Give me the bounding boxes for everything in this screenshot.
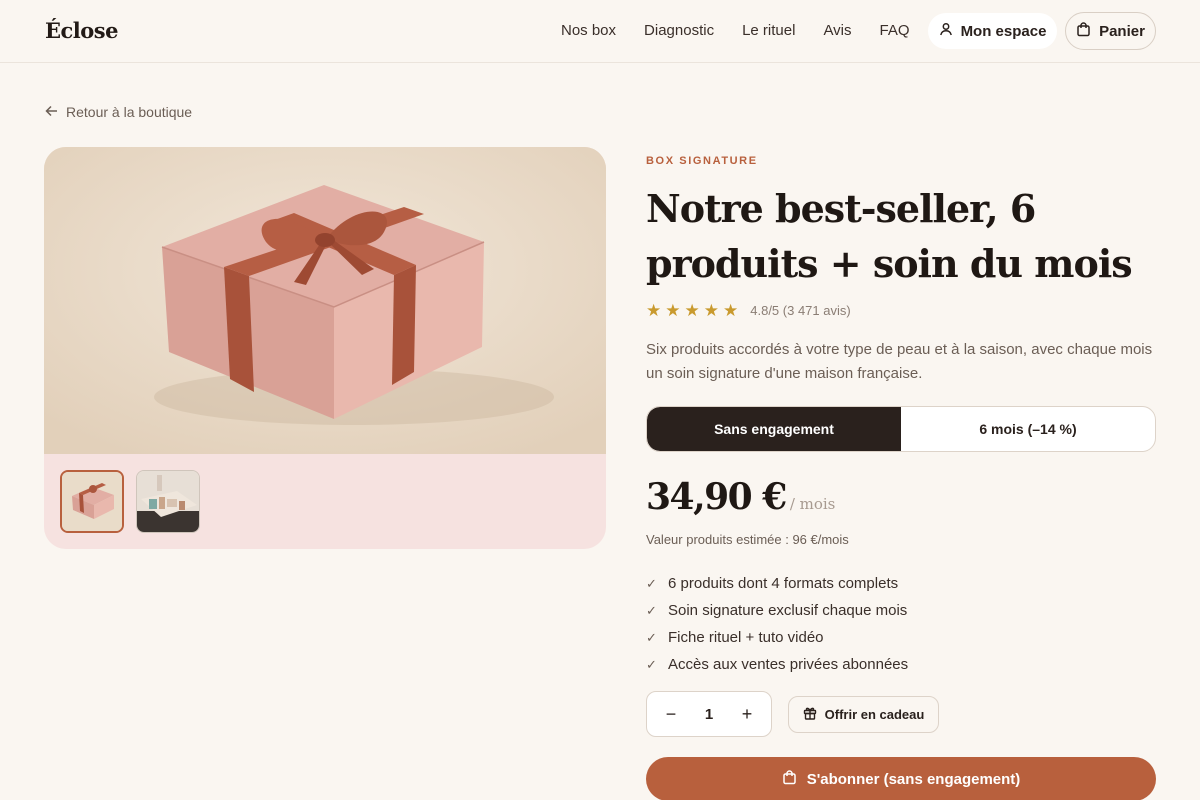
nav-item-faq[interactable]: FAQ <box>880 22 910 39</box>
product-rating: ★ ★ ★ ★ ★ 4.8/5 (3 471 avis) <box>646 302 851 319</box>
list-item: ✓ 6 produits dont 4 formats complets <box>646 570 908 597</box>
check-icon: ✓ <box>646 575 657 591</box>
thumbnail-gift-box[interactable] <box>60 470 124 533</box>
feature-text: Accès aux ventes privées abonnées <box>668 656 909 673</box>
quantity-stepper: − 1 + <box>646 691 772 737</box>
shopping-bag-icon <box>782 769 797 789</box>
star-icon: ★ <box>646 301 662 320</box>
subscribe-label: S'abonner (sans engagement) <box>806 770 1021 788</box>
shopping-bag-icon <box>1076 21 1091 41</box>
product-category: BOX SIGNATURE <box>646 155 758 167</box>
star-icon: ★ <box>723 301 739 320</box>
nav-item-le-rituel[interactable]: Le rituel <box>742 22 795 39</box>
plus-icon[interactable]: + <box>737 704 757 725</box>
back-label: Retour à la boutique <box>66 104 193 120</box>
brand-logo[interactable]: Éclose <box>45 18 118 43</box>
gift-button[interactable]: Offrir en cadeau <box>788 696 939 733</box>
back-to-shop-link[interactable]: Retour à la boutique <box>45 104 192 120</box>
product-gallery <box>44 147 606 549</box>
price-unit: / mois <box>789 495 836 513</box>
price-block: 34,90 € / mois <box>646 476 835 518</box>
cart-label: Panier <box>1099 22 1145 40</box>
site-header: Éclose Nos box Diagnostic Le rituel Avis… <box>0 0 1200 63</box>
minus-icon[interactable]: − <box>661 704 681 725</box>
thumbnail-strip <box>60 470 200 533</box>
arrow-left-icon <box>45 104 58 120</box>
price-amount: 34,90 € <box>646 476 787 518</box>
product-main-image <box>44 147 606 454</box>
check-icon: ✓ <box>646 629 657 645</box>
thumbnail-box-contents[interactable] <box>136 470 200 533</box>
list-item: ✓ Soin signature exclusif chaque mois <box>646 597 908 624</box>
account-label: Mon espace <box>960 22 1047 40</box>
plan-option-sans-engagement[interactable]: Sans engagement <box>647 407 901 451</box>
list-item: ✓ Accès aux ventes privées abonnées <box>646 651 908 678</box>
product-title: Notre best-seller, 6 produits + soin du … <box>646 186 1133 286</box>
star-icon: ★ <box>684 301 700 320</box>
nav-item-nos-box[interactable]: Nos box <box>561 22 616 39</box>
gift-label: Offrir en cadeau <box>824 707 925 722</box>
cart-button[interactable]: Panier <box>1065 12 1156 50</box>
feature-list: ✓ 6 produits dont 4 formats complets ✓ Soi… <box>646 570 908 678</box>
estimated-value-note: Valeur produits estimée : 96 €/mois <box>646 532 849 547</box>
quantity-value: 1 <box>704 705 714 723</box>
star-icon: ★ <box>665 301 681 320</box>
nav-item-avis[interactable]: Avis <box>823 22 851 39</box>
subscribe-button[interactable]: S'abonner (sans engagement) <box>646 757 1156 800</box>
rating-text: 4.8/5 (3 471 avis) <box>750 303 851 318</box>
check-icon: ✓ <box>646 656 657 672</box>
list-item: ✓ Fiche rituel + tuto vidéo <box>646 624 908 651</box>
feature-text: 6 produits dont 4 formats complets <box>668 575 899 592</box>
account-button[interactable]: Mon espace <box>928 13 1057 49</box>
check-icon: ✓ <box>646 602 657 618</box>
nav-item-diagnostic[interactable]: Diagnostic <box>644 22 714 39</box>
plan-option-6-mois[interactable]: 6 mois (–14 %) <box>901 407 1155 451</box>
star-icon: ★ <box>703 301 719 320</box>
plan-toggle: Sans engagement 6 mois (–14 %) <box>646 406 1156 452</box>
product-description: Six produits accordés à votre type de pe… <box>646 341 1153 382</box>
feature-text: Fiche rituel + tuto vidéo <box>668 629 824 646</box>
main-nav: Nos box Diagnostic Le rituel Avis FAQ <box>561 22 938 39</box>
feature-text: Soin signature exclusif chaque mois <box>668 602 908 619</box>
gift-icon <box>803 706 817 723</box>
user-icon <box>939 22 953 40</box>
